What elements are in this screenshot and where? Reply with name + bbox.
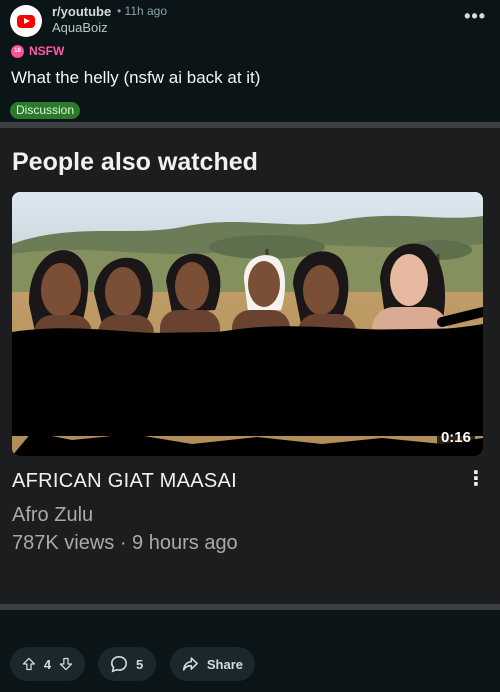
thumbnail-image — [12, 192, 483, 456]
comments-button[interactable]: 5 — [98, 647, 156, 681]
video-channel[interactable]: Afro Zulu — [12, 504, 93, 527]
video-title[interactable]: AFRICAN GIAT MAASAI — [12, 470, 237, 493]
video-duration: 0:16 — [436, 427, 475, 448]
comment-icon — [110, 655, 128, 673]
nsfw-icon: 18 — [11, 44, 24, 58]
people-also-watched-heading: People also watched — [12, 148, 258, 176]
post-actions: 4 5 Share — [0, 610, 500, 692]
post-author[interactable]: AquaBoiz — [52, 20, 108, 35]
downvote-icon[interactable] — [59, 655, 73, 673]
vote-score: 4 — [43, 656, 52, 672]
subreddit-avatar[interactable] — [10, 5, 42, 37]
youtube-logo-icon — [17, 14, 35, 28]
upvote-icon[interactable] — [22, 655, 36, 673]
post-title[interactable]: What the helly (nsfw ai back at it) — [11, 68, 260, 88]
nsfw-label: NSFW — [29, 44, 65, 58]
nsfw-badge: 18 NSFW — [11, 44, 64, 58]
post-flair[interactable]: Discussion — [10, 102, 81, 119]
share-button[interactable]: Share — [170, 647, 255, 681]
share-icon — [182, 657, 198, 671]
share-label: Share — [206, 656, 243, 672]
vote-pill: 4 — [10, 647, 85, 681]
post-header: r/youtube • 11h ago AquaBoiz ••• 18 NSFW… — [0, 0, 500, 122]
video-more-icon[interactable]: ⋮ — [466, 466, 486, 491]
comments-count: 5 — [136, 656, 144, 672]
video-thumbnail[interactable]: 0:16 — [12, 192, 483, 456]
subreddit-name[interactable]: r/youtube — [52, 4, 111, 19]
more-horizontal-icon[interactable]: ••• — [464, 6, 486, 27]
embedded-screenshot: People also watched 0:16 AFRICAN GIAT MA… — [0, 122, 500, 610]
post-time: • 11h ago — [117, 4, 168, 18]
video-meta: 787K views · 9 hours ago — [12, 532, 238, 554]
